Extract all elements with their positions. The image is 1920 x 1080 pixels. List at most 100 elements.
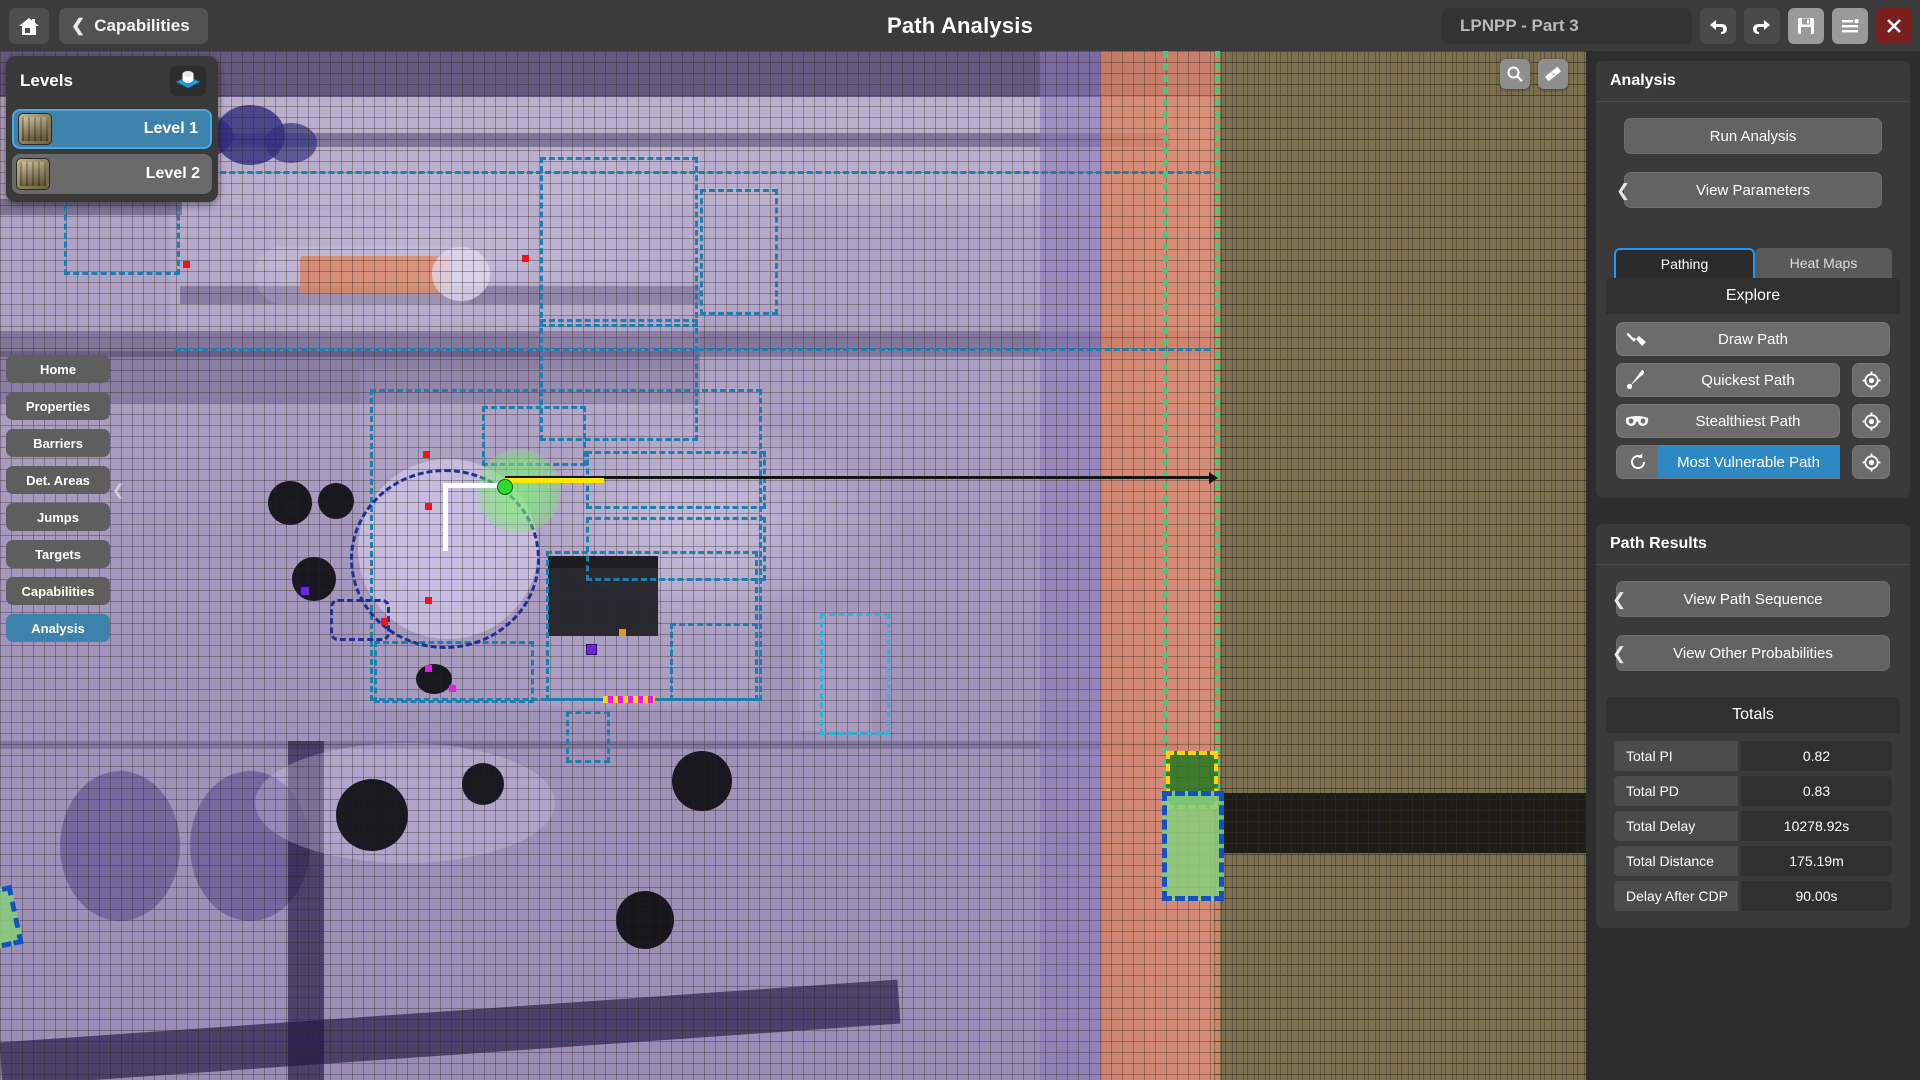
project-selector[interactable]: LPNPP - Part 3 [1442,7,1692,44]
analysis-card: Analysis Run Analysis ❮ View Parameters … [1596,61,1910,498]
stealthiest-path-row: Stealthiest Path [1616,404,1890,438]
boundary-line [1215,51,1220,793]
marker-point[interactable] [423,451,430,458]
home-button[interactable] [9,7,49,44]
topbar-actions: LPNPP - Part 3 [1442,7,1920,44]
total-distance-label: Total Distance [1614,846,1738,876]
path-segment-yellow [505,478,604,483]
view-other-probabilities-button[interactable]: ❮ View Other Probabilities [1612,635,1890,671]
analysis-tabs: Pathing Heat Maps [1614,248,1892,278]
level-thumbnail [18,113,52,145]
totals-body: Total PI 0.82 Total PD 0.83 Total Delay … [1606,733,1900,928]
detection-glow [477,449,561,533]
tab-heat-maps[interactable]: Heat Maps [1755,248,1892,278]
view-path-sequence-button[interactable]: ❮ View Path Sequence [1612,581,1890,617]
view-parameters-button[interactable]: ❮ View Parameters [1616,172,1882,208]
quickest-path-button[interactable]: Quickest Path [1616,363,1840,397]
marker-point[interactable] [449,685,456,692]
barrier-region[interactable] [700,189,778,315]
levels-title: Levels [20,71,73,90]
floppy-save-icon [1798,17,1814,34]
layers-toggle-button[interactable] [170,66,206,96]
quickest-path-label: Quickest Path [1701,371,1795,389]
sidebar-item-level-2[interactable]: Level 2 [12,154,212,194]
quickest-path-row: Quickest Path [1616,363,1890,397]
tab-pathing[interactable]: Pathing [1614,248,1755,278]
stealthiest-path-button[interactable]: Stealthiest Path [1616,404,1840,438]
list-menu-icon [1842,18,1859,32]
sidebar-item-targets[interactable]: Targets [6,540,110,568]
run-analysis-button[interactable]: Run Analysis [1624,118,1882,154]
total-pd-label: Total PD [1614,776,1738,806]
sidebar-item-capabilities[interactable]: Capabilities [6,577,110,605]
marker-point[interactable] [522,255,529,262]
quickest-path-target-button[interactable] [1852,363,1890,397]
target-zone-light[interactable] [1162,791,1224,901]
sidebar-item-properties[interactable]: Properties [6,392,110,420]
analysis-card-body: Run Analysis ❮ View Parameters [1596,102,1910,228]
sidebar-item-home[interactable]: Home [6,355,110,383]
back-button-label: Capabilities [94,15,190,35]
barrier-region[interactable] [670,623,758,701]
total-pi-value: 0.82 [1741,741,1892,771]
close-window-button[interactable] [1876,7,1912,44]
total-pd-value: 0.83 [1741,776,1892,806]
marker-point[interactable] [183,261,190,268]
crosshair-target-icon [1862,412,1880,430]
barrier-region[interactable] [540,157,698,327]
view-path-sequence-label: View Path Sequence [1683,590,1823,608]
path-results-header: Path Results [1596,524,1910,565]
redo-button[interactable] [1744,7,1780,44]
left-nav-panel: Home Properties Barriers Det. Areas Jump… [6,355,125,651]
total-delay-label: Total Delay [1614,811,1738,841]
most-vulnerable-path-target-button[interactable] [1852,445,1890,479]
most-vulnerable-path-row: Most Vulnerable Path [1616,445,1890,479]
sidebar-item-det-areas[interactable]: Det. Areas [6,466,110,494]
undo-button[interactable] [1700,7,1736,44]
sidebar-item-barriers[interactable]: Barriers [6,429,110,457]
level-label: Level 1 [143,120,198,137]
delay-after-cdp-value: 90.00s [1741,881,1892,911]
sidebar-item-level-1[interactable]: Level 1 [12,109,212,149]
map-canvas[interactable] [0,51,1586,1080]
view-other-probabilities-label: View Other Probabilities [1673,644,1833,662]
top-toolbar: ❮ Capabilities Path Analysis LPNPP - Par… [0,0,1920,51]
map-measure-button[interactable] [1538,59,1568,89]
nav-collapse-chevron-left-icon[interactable]: ❮ [112,481,125,499]
barrier-region[interactable] [566,711,610,763]
path-segment-white [443,483,505,488]
crosshair-target-icon [1862,453,1880,471]
barrier-region[interactable] [586,451,766,509]
total-delay-value: 10278.92s [1741,811,1892,841]
marker-point[interactable] [381,618,388,625]
run-analysis-label: Run Analysis [1709,127,1797,145]
menu-button[interactable] [1832,7,1868,44]
back-to-capabilities-button[interactable]: ❮ Capabilities [59,7,208,44]
marker-point[interactable] [425,503,432,510]
path-node-start[interactable] [497,479,513,495]
most-vulnerable-path-label: Most Vulnerable Path [1658,445,1840,479]
marker-point[interactable] [619,629,626,636]
boundary-line [1163,51,1168,859]
analysis-panel: Analysis Run Analysis ❮ View Parameters … [1586,51,1920,1080]
level-thumbnail [16,158,50,190]
barrier-region[interactable] [820,613,890,735]
marker-strip[interactable] [603,696,655,703]
stealthiest-path-target-button[interactable] [1852,404,1890,438]
marker-point[interactable] [425,665,432,672]
marker-point[interactable] [300,586,310,596]
map-search-button[interactable] [1500,59,1530,89]
marker-point[interactable] [586,644,597,655]
view-parameters-label: View Parameters [1696,181,1810,199]
draw-path-button[interactable]: Draw Path [1616,322,1890,356]
barrier-region[interactable] [374,641,534,703]
table-row: Total Delay 10278.92s [1614,811,1892,841]
level-label: Level 2 [145,165,200,182]
save-button[interactable] [1788,7,1824,44]
totals-header: Totals [1606,697,1900,733]
most-vulnerable-path-button[interactable]: Most Vulnerable Path [1616,445,1840,479]
marker-point[interactable] [425,597,432,604]
sidebar-item-analysis[interactable]: Analysis [6,614,110,642]
layers-icon [176,71,200,88]
sidebar-item-jumps[interactable]: Jumps [6,503,110,531]
